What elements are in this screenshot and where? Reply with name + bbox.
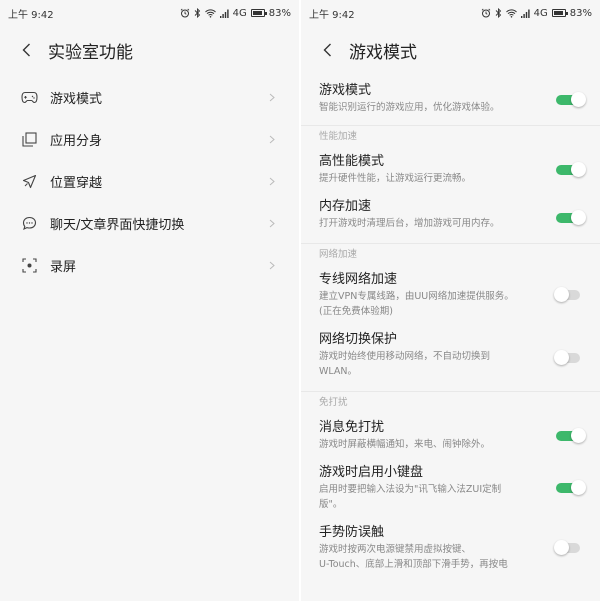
signal-icon — [520, 9, 530, 18]
menu-item-screen-record[interactable]: 录屏 — [0, 244, 299, 286]
setting-desc-line2: (正在免费体验期) — [319, 306, 393, 317]
setting-desc: 游戏时屏蔽横幅通知，来电、闹钟除外。 — [319, 439, 491, 450]
back-arrow-icon[interactable] — [18, 42, 34, 58]
setting-desc-line2: U-Touch、底部上滑和顶部下滑手势，再按电 — [319, 559, 508, 570]
setting-game-mode: 游戏模式 智能识别运行的游戏应用，优化游戏体验。 — [301, 74, 600, 125]
menu-item-game-mode[interactable]: 游戏模式 — [0, 76, 299, 118]
battery-level — [553, 11, 563, 15]
game-mode-toggle[interactable] — [556, 91, 586, 107]
setting-title: 高性能模式 — [319, 154, 385, 169]
setting-title: 游戏时启用小键盘 — [319, 465, 424, 480]
signal-icon — [219, 9, 229, 18]
chevron-right-icon — [269, 176, 277, 186]
setting-desc: 建立VPN专属线路，由UU网络加速提供服务。 — [319, 291, 514, 302]
lab-features-screen: 上午 9:42 4G 83% 实验室功能 游戏模式 应用分身 位置穿越 聊天/文… — [0, 0, 299, 601]
setting-desc: 游戏时始终使用移动网络，不自动切换到 — [319, 351, 491, 362]
back-arrow-icon[interactable] — [319, 42, 335, 58]
battery-level — [252, 11, 262, 15]
status-time: 上午 9:42 — [309, 9, 355, 21]
network-type: 4G — [232, 7, 247, 19]
setting-desc-line2: WLAN。 — [319, 366, 358, 377]
dedicated-network-toggle[interactable] — [554, 287, 580, 302]
setting-title: 内存加速 — [319, 199, 372, 214]
setting-title: 专线网络加速 — [319, 272, 398, 287]
page-title: 实验室功能 — [48, 42, 133, 63]
network-type: 4G — [533, 7, 548, 19]
menu-item-chat-switch[interactable]: 聊天/文章界面快捷切换 — [0, 202, 299, 244]
wifi-icon — [505, 8, 517, 18]
menu-item-location-spoof[interactable]: 位置穿越 — [0, 160, 299, 202]
setting-memory-boost: 内存加速 打开游戏时清理后台，增加游戏可用内存。 — [301, 192, 600, 243]
message-dnd-toggle[interactable] — [556, 427, 586, 443]
setting-title: 游戏模式 — [319, 83, 372, 98]
menu-item-label: 位置穿越 — [50, 175, 103, 191]
menu-item-label: 游戏模式 — [50, 91, 103, 107]
setting-desc: 提升硬件性能，让游戏运行更流畅。 — [319, 173, 472, 184]
setting-desc: 游戏时按两次电源键禁用虚拟按键、 — [319, 544, 472, 555]
status-bar: 上午 9:42 4G 83% — [0, 0, 299, 26]
setting-desc: 打开游戏时清理后台，增加游戏可用内存。 — [319, 218, 500, 229]
bluetooth-icon — [194, 8, 201, 18]
setting-desc: 启用时要把输入法设为"讯飞输入法ZUI定制 — [319, 484, 502, 495]
setting-high-performance: 高性能模式 提升硬件性能，让游戏运行更流畅。 — [301, 147, 600, 192]
setting-title: 消息免打扰 — [319, 420, 385, 435]
battery-percent: 83% — [569, 7, 592, 19]
chevron-right-icon — [269, 218, 277, 228]
menu-item-app-clone[interactable]: 应用分身 — [0, 118, 299, 160]
network-switch-protect-toggle[interactable] — [554, 350, 580, 365]
menu-item-label: 聊天/文章界面快捷切换 — [50, 217, 185, 233]
gesture-guard-toggle[interactable] — [554, 540, 580, 555]
status-time: 上午 9:42 — [8, 9, 54, 21]
gamepad-icon — [20, 88, 38, 106]
setting-network-switch-protect: 网络切换保护 游戏时始终使用移动网络，不自动切换到 WLAN。 — [301, 325, 600, 391]
chat-icon — [20, 214, 38, 232]
menu-item-label: 录屏 — [50, 259, 77, 275]
page-title: 游戏模式 — [349, 42, 417, 63]
screen-record-icon — [20, 256, 38, 274]
page-header: 游戏模式 — [301, 26, 600, 74]
location-icon — [20, 172, 38, 190]
small-keyboard-toggle[interactable] — [556, 480, 586, 495]
page-header: 实验室功能 — [0, 26, 299, 74]
menu-item-label: 应用分身 — [50, 133, 103, 149]
bluetooth-icon — [495, 8, 502, 18]
setting-desc-line2: 版"。 — [319, 499, 343, 510]
battery-icon — [551, 9, 568, 17]
setting-desc: 智能识别运行的游戏应用，优化游戏体验。 — [319, 102, 500, 113]
setting-gesture-guard: 手势防误触 游戏时按两次电源键禁用虚拟按键、 U-Touch、底部上滑和顶部下滑… — [301, 518, 600, 578]
chevron-right-icon — [269, 92, 277, 102]
game-mode-screen: 上午 9:42 4G 83% 游戏模式 游戏模式 智能识别运行的游戏应用，优化游… — [301, 0, 600, 601]
chevron-right-icon — [269, 134, 277, 144]
section-label-performance: 性能加速 — [301, 125, 600, 147]
status-bar: 上午 9:42 4G 83% — [301, 0, 600, 26]
battery-percent: 83% — [268, 7, 291, 19]
setting-message-dnd: 消息免打扰 游戏时屏蔽横幅通知，来电、闹钟除外。 — [301, 413, 600, 458]
alarm-icon — [481, 8, 491, 18]
setting-small-keyboard: 游戏时启用小键盘 启用时要把输入法设为"讯飞输入法ZUI定制 版"。 — [301, 458, 600, 518]
lab-feature-list: 游戏模式 应用分身 位置穿越 聊天/文章界面快捷切换 录屏 — [0, 76, 299, 286]
setting-title: 网络切换保护 — [319, 332, 398, 347]
setting-title: 手势防误触 — [319, 525, 385, 540]
memory-boost-toggle[interactable] — [556, 209, 586, 225]
section-label-dnd: 免打扰 — [301, 391, 600, 413]
alarm-icon — [180, 8, 190, 18]
game-mode-settings: 游戏模式 智能识别运行的游戏应用，优化游戏体验。 性能加速 高性能模式 提升硬件… — [301, 74, 600, 578]
app-clone-icon — [20, 130, 38, 148]
chevron-right-icon — [269, 260, 277, 270]
setting-dedicated-network: 专线网络加速 建立VPN专属线路，由UU网络加速提供服务。 (正在免费体验期) — [301, 265, 600, 325]
wifi-icon — [204, 8, 216, 18]
high-performance-toggle[interactable] — [556, 161, 586, 177]
battery-icon — [250, 9, 267, 17]
section-label-network: 网络加速 — [301, 243, 600, 265]
